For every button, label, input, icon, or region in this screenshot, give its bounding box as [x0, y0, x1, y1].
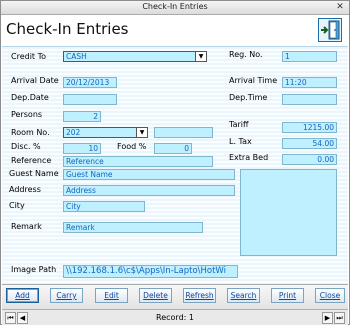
form-header: Check-In Entries — [2, 15, 348, 45]
add-button[interactable]: Add — [6, 288, 39, 303]
disc-label: Disc. % — [11, 142, 41, 151]
l-tax-field[interactable]: 54.00 — [282, 138, 337, 149]
carry-button[interactable]: Carry — [50, 288, 83, 303]
image-path-label: Image Path — [11, 265, 57, 274]
tariff-field[interactable]: 1215.00 — [282, 122, 337, 133]
reg-no-label: Reg. No. — [229, 50, 263, 59]
tariff-label: Tariff — [229, 120, 249, 129]
search-button[interactable]: Search — [227, 288, 260, 303]
remark-field[interactable]: Remark — [63, 222, 203, 233]
check-in-window: Check-In Entries ✕ Check-In Entries Cred… — [0, 0, 350, 325]
arrival-date-label: Arrival Date — [11, 76, 59, 85]
next-record-icon[interactable]: ▶ — [322, 312, 333, 324]
image-path-field[interactable]: \\192.168.1.6\c$\Apps\In-Lapto\HotWi — [63, 265, 238, 278]
persons-label: Persons — [11, 110, 43, 119]
extra-bed-label: Extra Bed — [229, 153, 269, 162]
extra-bed-field[interactable]: 0.00 — [282, 154, 337, 165]
reference-label: Reference — [11, 156, 52, 165]
refresh-button[interactable]: Refresh — [183, 288, 216, 303]
print-button[interactable]: Print — [271, 288, 304, 303]
food-field[interactable]: 0 — [154, 143, 192, 154]
persons-field[interactable]: 2 — [63, 111, 101, 122]
title-bar: Check-In Entries ✕ — [1, 1, 349, 15]
l-tax-label: L. Tax — [229, 137, 252, 146]
dep-date-label: Dep.Date — [11, 93, 49, 102]
food-label: Food % — [117, 142, 147, 151]
guest-name-label: Guest Name — [9, 169, 59, 178]
room-no-value: 202 — [66, 128, 81, 137]
arrival-time-label: Arrival Time — [229, 76, 278, 85]
guest-name-field[interactable]: Guest Name — [63, 169, 235, 180]
credit-to-label: Credit To — [11, 52, 47, 61]
credit-to-value: CASH — [66, 52, 87, 61]
room-extra-field[interactable] — [154, 127, 213, 138]
room-no-label: Room No. — [11, 128, 50, 137]
dep-date-field[interactable] — [63, 94, 117, 105]
exit-door-icon[interactable] — [318, 18, 342, 42]
last-record-icon[interactable]: ⏭ — [334, 312, 345, 324]
city-field[interactable]: City — [63, 201, 145, 212]
dep-time-field[interactable] — [282, 94, 337, 105]
dep-time-label: Dep.Time — [229, 93, 268, 102]
chevron-down-icon[interactable]: ▼ — [136, 128, 147, 137]
arrival-time-field[interactable]: 11:20 — [282, 77, 337, 88]
edit-button[interactable]: Edit — [95, 288, 128, 303]
guest-photo-box[interactable] — [240, 169, 337, 256]
record-indicator: Record: 1 — [156, 313, 194, 322]
remark-label: Remark — [11, 222, 42, 231]
room-no-select[interactable]: 202 ▼ — [63, 127, 148, 138]
reg-no-field[interactable]: 1 — [282, 51, 337, 62]
credit-to-select[interactable]: CASH ▼ — [63, 51, 207, 62]
window-title: Check-In Entries — [142, 2, 208, 11]
disc-field[interactable]: 10 — [63, 143, 101, 154]
close-window-icon[interactable]: ✕ — [335, 2, 345, 12]
reference-field[interactable]: Reference — [63, 156, 213, 167]
city-label: City — [9, 201, 25, 210]
address-field[interactable]: Address — [63, 185, 235, 196]
address-label: Address — [9, 185, 41, 194]
entry-form: Credit To CASH ▼ Reg. No. 1 Arrival Date… — [2, 46, 348, 285]
page-title: Check-In Entries — [6, 20, 129, 38]
chevron-down-icon[interactable]: ▼ — [195, 52, 206, 61]
close-button[interactable]: Close — [315, 288, 345, 303]
action-button-bar: Add Carry Edit Delete Refresh Search Pri… — [2, 284, 348, 309]
record-navigator: ⏮ ◀ Record: 1 ▶ ⏭ — [2, 309, 348, 325]
arrival-date-field[interactable]: 20/12/2013 — [63, 77, 117, 88]
delete-button[interactable]: Delete — [139, 288, 172, 303]
